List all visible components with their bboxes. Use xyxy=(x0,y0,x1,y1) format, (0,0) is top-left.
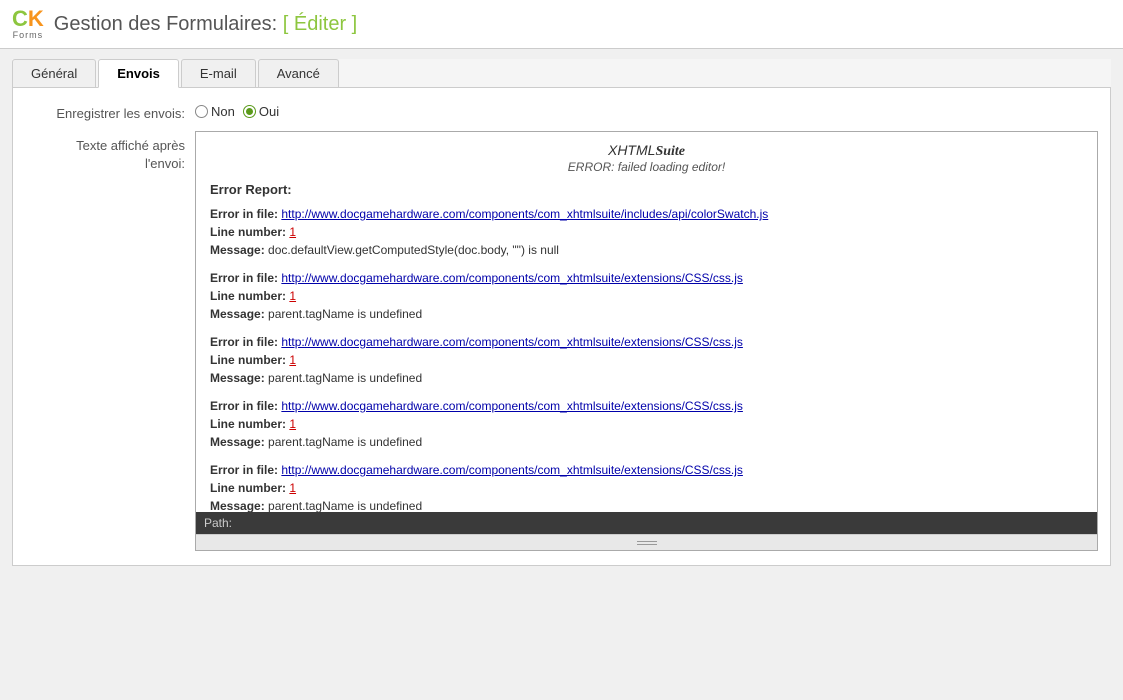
logo-forms: Forms xyxy=(13,31,44,40)
header: CK Forms Gestion des Formulaires: [ Édit… xyxy=(0,0,1123,49)
error-block-2: Error in file: http://www.docgamehardwar… xyxy=(210,269,1083,323)
error-num-4: 1 xyxy=(289,417,296,431)
error-file-4: Error in file: http://www.docgamehardwar… xyxy=(210,397,1083,415)
editor-path-bar: Path: xyxy=(196,512,1097,534)
tab-avance[interactable]: Avancé xyxy=(258,59,339,87)
error-file-link-2[interactable]: http://www.docgamehardware.com/component… xyxy=(281,271,743,285)
radio-non-circle[interactable] xyxy=(195,105,208,118)
error-msg-3: Message: parent.tagName is undefined xyxy=(210,369,1083,387)
radio-oui-circle[interactable] xyxy=(243,105,256,118)
error-line-1: Line number: 1 xyxy=(210,223,1083,241)
logo: CK Forms xyxy=(12,8,44,40)
error-msg-1: Message: doc.defaultView.getComputedStyl… xyxy=(210,241,1083,259)
page-title-text: Gestion des Formulaires: xyxy=(54,13,277,35)
error-file-link-5[interactable]: http://www.docgamehardware.com/component… xyxy=(281,463,743,477)
error-line-3: Line number: 1 xyxy=(210,351,1083,369)
enregistrer-label: Enregistrer les envois: xyxy=(25,104,195,121)
error-file-5: Error in file: http://www.docgamehardwar… xyxy=(210,461,1083,479)
edit-link[interactable]: [ Éditer ] xyxy=(283,13,357,35)
error-block-4: Error in file: http://www.docgamehardwar… xyxy=(210,397,1083,451)
texte-label: Texte affiché après l'envoi: xyxy=(25,131,195,173)
error-msg-text-3: parent.tagName is undefined xyxy=(268,371,422,385)
radio-non-label: Non xyxy=(211,104,235,119)
xhtml-error-text: ERROR: failed loading editor! xyxy=(210,160,1083,174)
error-num-5: 1 xyxy=(289,481,296,495)
error-msg-text-5: parent.tagName is undefined xyxy=(268,499,422,512)
logo-c: C xyxy=(12,6,28,31)
texte-label-line1: Texte affiché après xyxy=(76,138,185,153)
error-file-1: Error in file: http://www.docgamehardwar… xyxy=(210,205,1083,223)
tab-content-envois: Enregistrer les envois: Non Oui Texte af… xyxy=(12,88,1111,566)
xhtml-header: XHTMLSuite ERROR: failed loading editor! xyxy=(210,142,1083,174)
resize-icon[interactable] xyxy=(637,540,657,546)
error-report-title: Error Report: xyxy=(210,182,1083,197)
radio-oui-option[interactable]: Oui xyxy=(243,104,279,119)
logo-ck: CK xyxy=(12,8,44,30)
content: Général Envois E-mail Avancé Enregistrer… xyxy=(0,49,1123,576)
error-msg-text-1: doc.defaultView.getComputedStyle(doc.bod… xyxy=(268,243,559,257)
tab-email[interactable]: E-mail xyxy=(181,59,256,87)
tab-envois[interactable]: Envois xyxy=(98,59,179,88)
page-title: Gestion des Formulaires: [ Éditer ] xyxy=(54,13,357,36)
error-msg-text-2: parent.tagName is undefined xyxy=(268,307,422,321)
radio-oui-label: Oui xyxy=(259,104,279,119)
editor-scroll[interactable]: XHTMLSuite ERROR: failed loading editor!… xyxy=(196,132,1097,512)
error-block-5: Error in file: http://www.docgamehardwar… xyxy=(210,461,1083,512)
radio-non-option[interactable]: Non xyxy=(195,104,235,119)
tab-general[interactable]: Général xyxy=(12,59,96,87)
enregistrer-field: Non Oui xyxy=(195,104,279,119)
error-file-2: Error in file: http://www.docgamehardwar… xyxy=(210,269,1083,287)
tabs: Général Envois E-mail Avancé xyxy=(12,59,1111,88)
error-file-link-4[interactable]: http://www.docgamehardware.com/component… xyxy=(281,399,743,413)
error-file-link-1[interactable]: http://www.docgamehardware.com/component… xyxy=(281,207,768,221)
error-msg-4: Message: parent.tagName is undefined xyxy=(210,433,1083,451)
error-line-4: Line number: 1 xyxy=(210,415,1083,433)
texte-label-line2: l'envoi: xyxy=(145,156,185,171)
error-msg-text-4: parent.tagName is undefined xyxy=(268,435,422,449)
error-msg-5: Message: parent.tagName is undefined xyxy=(210,497,1083,512)
resize-line-2 xyxy=(637,544,657,545)
error-block-1: Error in file: http://www.docgamehardwar… xyxy=(210,205,1083,259)
xhtml-title-text: XHTMLSuite xyxy=(608,142,685,158)
error-num-2: 1 xyxy=(289,289,296,303)
xhtml-title: XHTMLSuite xyxy=(210,142,1083,160)
texte-editor-row: Texte affiché après l'envoi: XHTMLSuite … xyxy=(13,127,1110,555)
path-label: Path: xyxy=(204,516,232,530)
resize-line-1 xyxy=(637,541,657,542)
error-num-1: 1 xyxy=(289,225,296,239)
error-line-5: Line number: 1 xyxy=(210,479,1083,497)
error-file-3: Error in file: http://www.docgamehardwar… xyxy=(210,333,1083,351)
editor-resize-handle[interactable] xyxy=(196,534,1097,550)
error-msg-2: Message: parent.tagName is undefined xyxy=(210,305,1083,323)
logo-k: K xyxy=(28,6,44,31)
enregistrer-row: Enregistrer les envois: Non Oui xyxy=(13,98,1110,127)
error-num-3: 1 xyxy=(289,353,296,367)
editor-container: XHTMLSuite ERROR: failed loading editor!… xyxy=(195,131,1098,551)
error-block-3: Error in file: http://www.docgamehardwar… xyxy=(210,333,1083,387)
error-file-link-3[interactable]: http://www.docgamehardware.com/component… xyxy=(281,335,743,349)
error-line-2: Line number: 1 xyxy=(210,287,1083,305)
